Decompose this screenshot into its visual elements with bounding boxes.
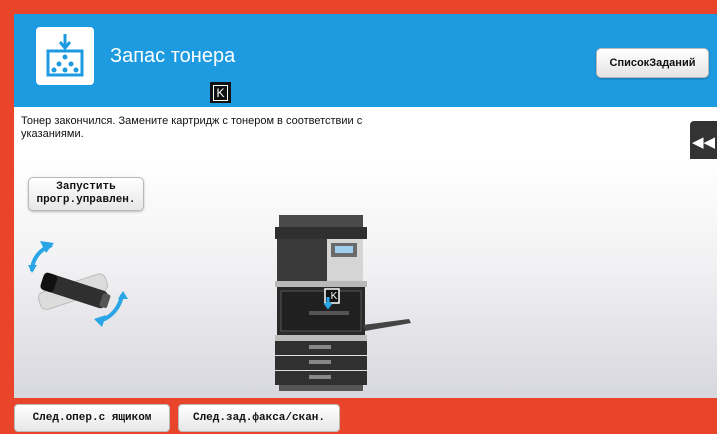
job-list-button[interactable]: СписокЗаданий [596, 48, 709, 78]
status-message: Тонер закончился. Замените картридж с то… [21, 115, 363, 140]
toner-color-badge: K [210, 82, 231, 103]
collapse-panel-button[interactable]: ◀◀ [690, 121, 717, 163]
run-program-label-line2: прогр.управлен. [36, 194, 136, 206]
printer-toner-k-label: K [330, 291, 338, 302]
next-job-fax-scan-button[interactable]: След.зад.факса/скан. [178, 404, 340, 432]
run-program-label-line1: Запустить [56, 181, 116, 193]
toner-color-label: K [213, 85, 228, 101]
toner-supply-icon [36, 27, 94, 85]
footer-bar: След.опер.с ящиком След.зад.факса/скан. [0, 398, 717, 434]
shake-cartridge-illustration [28, 241, 128, 327]
next-operation-tray-button[interactable]: След.опер.с ящиком [14, 404, 170, 432]
page-title: Запас тонера [110, 45, 236, 67]
header-bar: Запас тонера K СписокЗаданий [14, 14, 717, 107]
double-chevron-left-icon: ◀◀ [691, 133, 716, 151]
screen: Запас тонера K СписокЗаданий Тонер закон… [14, 14, 717, 398]
illustration-area: Запустить прогр.управлен. K [14, 159, 717, 398]
printer-illustration [275, 215, 411, 391]
message-area: Тонер закончился. Замените картридж с то… [14, 107, 717, 159]
run-program-button[interactable]: Запустить прогр.управлен. [28, 177, 144, 211]
